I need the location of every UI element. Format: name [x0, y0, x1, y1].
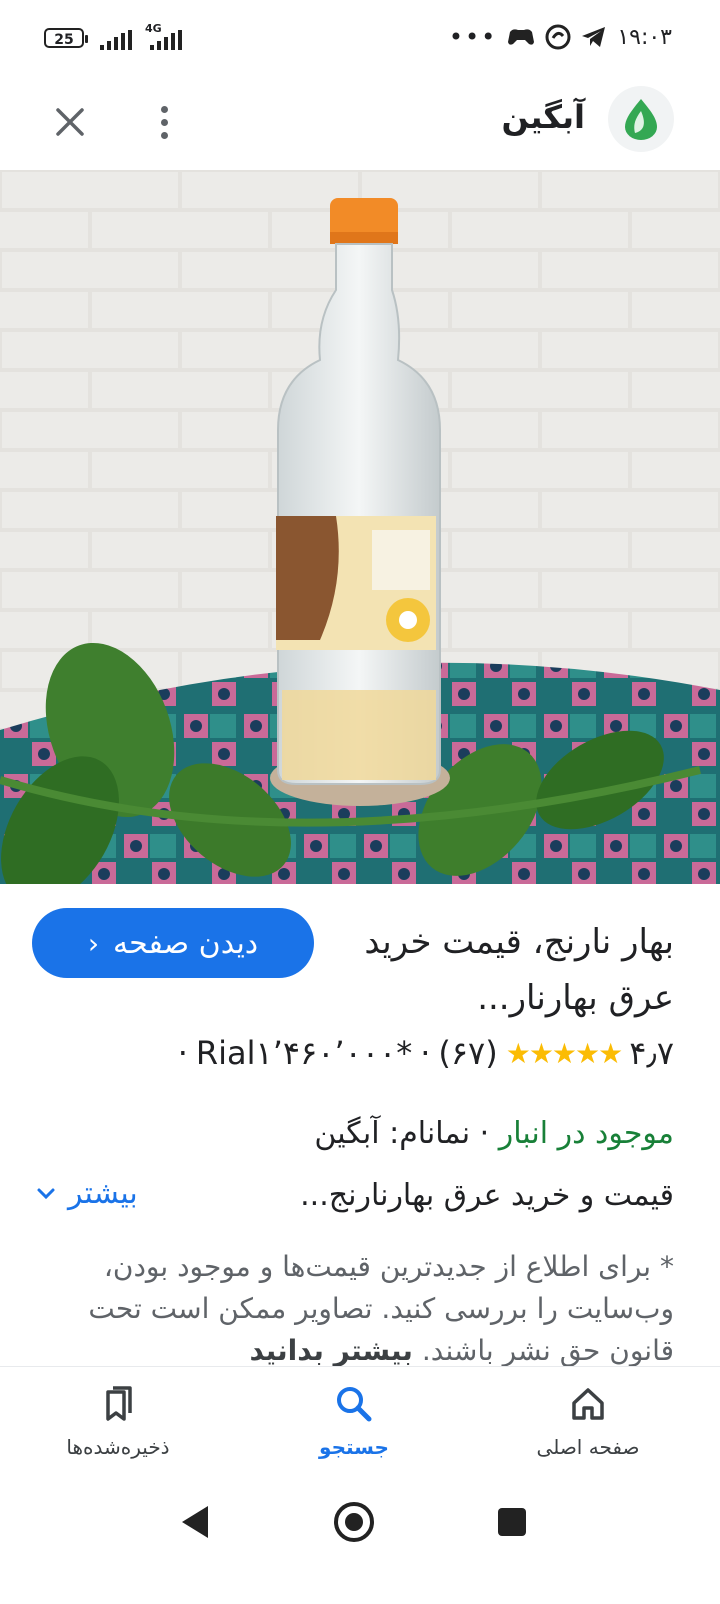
disclaimer: * برای اطلاع از جدیدترین قیمت‌ها و موجود… [44, 1246, 674, 1370]
chevron-right-icon: › [87, 926, 100, 960]
recents-icon[interactable] [498, 1508, 526, 1536]
review-count: (۶۷) [438, 1034, 498, 1072]
separator-dot: · [479, 1116, 490, 1151]
learn-more-link[interactable]: بیشتر بدانید [250, 1334, 413, 1367]
visit-page-label: دیدن صفحه [113, 925, 259, 961]
close-icon [56, 108, 84, 136]
game-controller-icon [508, 29, 535, 45]
product-info: › دیدن صفحه بهار نارنج، قیمت خرید عرق به… [0, 884, 720, 1370]
site-logo[interactable] [608, 86, 674, 152]
price: Rial۱٬۴۶۰٬۰۰۰* [195, 1034, 413, 1072]
leaf-drop-icon [625, 99, 657, 140]
product-title[interactable]: بهار نارنج، قیمت خرید عرق بهارنار... [314, 914, 674, 1026]
top-app-bar: آبگین [0, 80, 720, 170]
stock-row: موجود در انبار · نمانام: آبگین [314, 1116, 674, 1151]
stock-status: موجود در انبار [498, 1116, 674, 1151]
nav-search[interactable]: جستجو [264, 1385, 444, 1459]
product-image[interactable] [0, 170, 720, 884]
brand-name: نمانام: آبگین [314, 1116, 471, 1151]
visit-page-button[interactable]: › دیدن صفحه [32, 908, 314, 978]
more-label: بیشتر [68, 1176, 138, 1211]
nav-home-label: صفحه اصلی [536, 1435, 640, 1459]
bottom-navigation: صفحه اصلی جستجو ذخیره‌شده‌ها [0, 1366, 720, 1487]
saved-icon [106, 1386, 132, 1421]
app-notification-icon [545, 24, 571, 50]
more-button[interactable]: بیشتر [36, 1176, 138, 1211]
battery-indicator: 25 [44, 28, 88, 48]
rating-value: ۴٫۷ [629, 1034, 674, 1072]
nav-saved-label: ذخیره‌شده‌ها [66, 1435, 170, 1459]
signal-icon-2 [150, 30, 186, 50]
home-icon [572, 1388, 604, 1420]
status-bar: 25 4G ••• ۱۹:۰۳ [0, 0, 720, 80]
signal-icon [100, 30, 136, 50]
star-rating-icon: ★★★★★ [505, 1036, 624, 1070]
status-right: ••• ۱۹:۰۳ [449, 24, 672, 50]
nav-saved[interactable]: ذخیره‌شده‌ها [28, 1385, 208, 1459]
site-title: آبگین [501, 98, 585, 136]
search-icon [337, 1387, 372, 1422]
separator-dot: · [177, 1034, 188, 1072]
more-options-button[interactable] [142, 98, 186, 146]
back-icon[interactable] [182, 1506, 208, 1538]
chevron-down-icon [37, 1188, 55, 1199]
home-circle-icon[interactable] [334, 1502, 374, 1542]
product-description: قیمت و خرید عرق بهارنارنج... [300, 1178, 674, 1213]
rating-row: ۴٫۷ ★★★★★ (۶۷) · Rial۱٬۴۶۰٬۰۰۰* · [178, 1034, 674, 1072]
telegram-icon [582, 27, 606, 47]
more-notifications-icon: ••• [448, 23, 498, 51]
nav-home[interactable]: صفحه اصلی [498, 1385, 678, 1459]
more-vert-icon [160, 105, 168, 113]
close-button[interactable] [48, 100, 92, 144]
clock: ۱۹:۰۳ [617, 24, 672, 50]
separator-dot: · [420, 1034, 431, 1072]
product-photo [0, 170, 720, 884]
system-navigation-bar [0, 1486, 720, 1600]
nav-search-label: جستجو [319, 1435, 389, 1459]
